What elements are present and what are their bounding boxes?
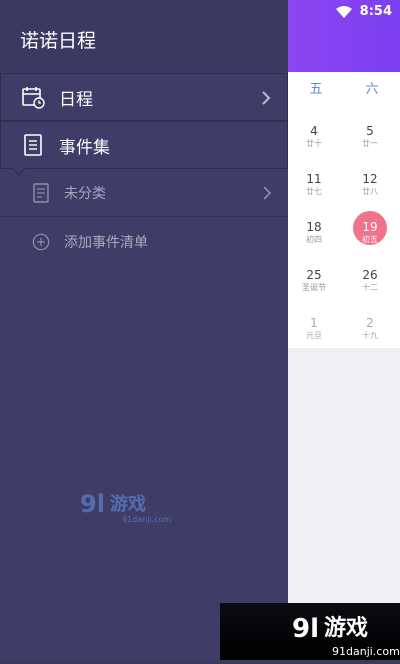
nav-item-label: 日程 bbox=[59, 89, 93, 110]
calendar-day[interactable]: 2 十九 bbox=[342, 316, 398, 341]
weekday-header: 五 六 bbox=[288, 72, 400, 108]
sub-item-label: 未分类 bbox=[64, 186, 106, 202]
drawer-header: 诺诺日程 bbox=[0, 0, 288, 72]
svg-text:9l: 9l bbox=[292, 614, 319, 644]
calendar-day-today[interactable]: 19 初五 bbox=[342, 220, 398, 245]
calendar-day[interactable]: 25 圣诞节 bbox=[286, 268, 342, 293]
watermark-logo: 9l 游戏 91danji.com bbox=[80, 490, 172, 524]
svg-text:9l: 9l bbox=[80, 490, 105, 518]
nav-item-event-sets[interactable]: 事件集 bbox=[0, 121, 288, 169]
calendar-day[interactable]: 1 元旦 bbox=[286, 316, 342, 341]
chevron-right-icon bbox=[263, 186, 272, 200]
svg-text:91danji.com: 91danji.com bbox=[332, 645, 400, 658]
add-event-list-button[interactable]: 添加事件清单 bbox=[0, 219, 288, 265]
document-icon bbox=[33, 183, 49, 203]
notebook-icon bbox=[24, 134, 42, 156]
calendar-toolbar: 8:54 bbox=[288, 0, 400, 72]
svg-text:游戏: 游戏 bbox=[110, 493, 146, 515]
nav-item-label: 事件集 bbox=[59, 137, 110, 158]
app-title: 诺诺日程 bbox=[20, 30, 97, 52]
svg-text:91danji.com: 91danji.com bbox=[122, 515, 172, 524]
calendar-day[interactable]: 18 初四 bbox=[286, 220, 342, 245]
svg-text:游戏: 游戏 bbox=[324, 615, 368, 641]
sub-item-uncategorized[interactable]: 未分类 bbox=[0, 170, 288, 216]
calendar-day[interactable]: 26 十二 bbox=[342, 268, 398, 293]
calendar-clock-icon bbox=[22, 87, 45, 109]
navigation-drawer: 诺诺日程 日程 事件集 未分类 添加事件清单 bbox=[0, 0, 288, 660]
nav-item-schedule[interactable]: 日程 bbox=[0, 73, 288, 121]
sub-item-label: 添加事件清单 bbox=[64, 235, 148, 251]
calendar-grid bbox=[288, 72, 400, 348]
calendar-day[interactable]: 5 廿一 bbox=[342, 124, 398, 149]
weekday-sat: 六 bbox=[365, 82, 379, 97]
calendar-day[interactable]: 4 廿十 bbox=[286, 124, 342, 149]
wifi-icon bbox=[335, 5, 352, 18]
watermark-logo-corner: 9l 游戏 91danji.com bbox=[292, 614, 400, 658]
calendar-day[interactable]: 11 廿七 bbox=[286, 172, 342, 197]
weekday-fri: 五 bbox=[309, 82, 323, 97]
status-bar: 8:54 bbox=[335, 4, 392, 19]
calendar-day[interactable]: 12 廿八 bbox=[342, 172, 398, 197]
divider bbox=[0, 216, 288, 217]
status-time: 8:54 bbox=[359, 4, 392, 19]
watermark-corner: 9l 游戏 91danji.com bbox=[220, 603, 400, 660]
plus-circle-icon bbox=[32, 233, 50, 251]
chevron-right-icon bbox=[262, 91, 271, 105]
